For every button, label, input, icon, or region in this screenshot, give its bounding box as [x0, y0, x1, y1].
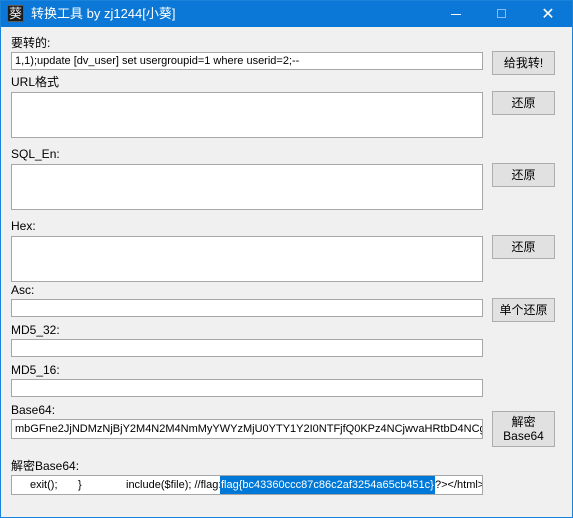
decoded-text-selected-flag[interactable]: flag{bc43360ccc87c86c2af3254a65cb451c}	[220, 476, 435, 494]
md5-32-label: MD5_32:	[11, 323, 60, 337]
sql-en-field[interactable]	[11, 164, 483, 210]
restore-url-button[interactable]: 还原	[492, 91, 555, 115]
decode-base64-label: 解密Base64:	[11, 459, 80, 473]
decoded-text-exit: exit();	[30, 479, 58, 491]
app-icon: 葵	[7, 5, 24, 22]
decoded-text-brace: }	[78, 479, 82, 491]
close-button[interactable]: ✕	[525, 1, 571, 27]
minimize-button[interactable]	[433, 1, 479, 27]
hex-field[interactable]	[11, 236, 483, 282]
base64-label: Base64:	[11, 403, 56, 417]
asc-field[interactable]	[11, 299, 483, 317]
decode-base64-button[interactable]: 解密 Base64	[492, 411, 555, 447]
convert-button[interactable]: 给我转!	[492, 51, 555, 75]
input-label: 要转的:	[11, 36, 51, 50]
decode-base64-button-line2: Base64	[503, 429, 544, 443]
url-field[interactable]	[11, 92, 483, 138]
input-field[interactable]: 1,1);update [dv_user] set usergroupid=1 …	[11, 52, 483, 70]
close-icon: ✕	[541, 4, 555, 23]
url-label: URL格式	[11, 75, 60, 89]
sql-en-label: SQL_En:	[11, 147, 60, 161]
title-bar[interactable]: 葵 转换工具 by zj1244[小葵] ✕	[1, 1, 572, 27]
base64-field[interactable]: mbGFne2JjNDMzNjBjY2M4N2M4NmMyYWYzMjU0YTY…	[11, 419, 483, 439]
bottom-strip	[1, 509, 572, 517]
window-title: 转换工具 by zj1244[小葵]	[31, 6, 176, 21]
app-window: 葵 转换工具 by zj1244[小葵] ✕ 要转的: 1,1);update …	[0, 0, 573, 518]
decoded-text-include: include($file); //flag:	[126, 479, 222, 491]
restore-single-button[interactable]: 单个还原	[492, 298, 555, 322]
hex-label: Hex:	[11, 219, 36, 233]
minimize-icon	[451, 14, 461, 15]
decoded-base64-field[interactable]: exit(); } include($file); //flag: flag{b…	[11, 475, 483, 495]
md5-16-label: MD5_16:	[11, 363, 60, 377]
restore-sql-button[interactable]: 还原	[492, 163, 555, 187]
md5-16-field[interactable]	[11, 379, 483, 397]
maximize-button[interactable]	[479, 1, 525, 27]
md5-32-field[interactable]	[11, 339, 483, 357]
restore-hex-button[interactable]: 还原	[492, 235, 555, 259]
maximize-icon	[497, 9, 506, 18]
decode-base64-button-line1: 解密	[511, 415, 536, 429]
decoded-text-tail: ?></html>	[435, 479, 483, 491]
asc-label: Asc:	[11, 283, 35, 297]
